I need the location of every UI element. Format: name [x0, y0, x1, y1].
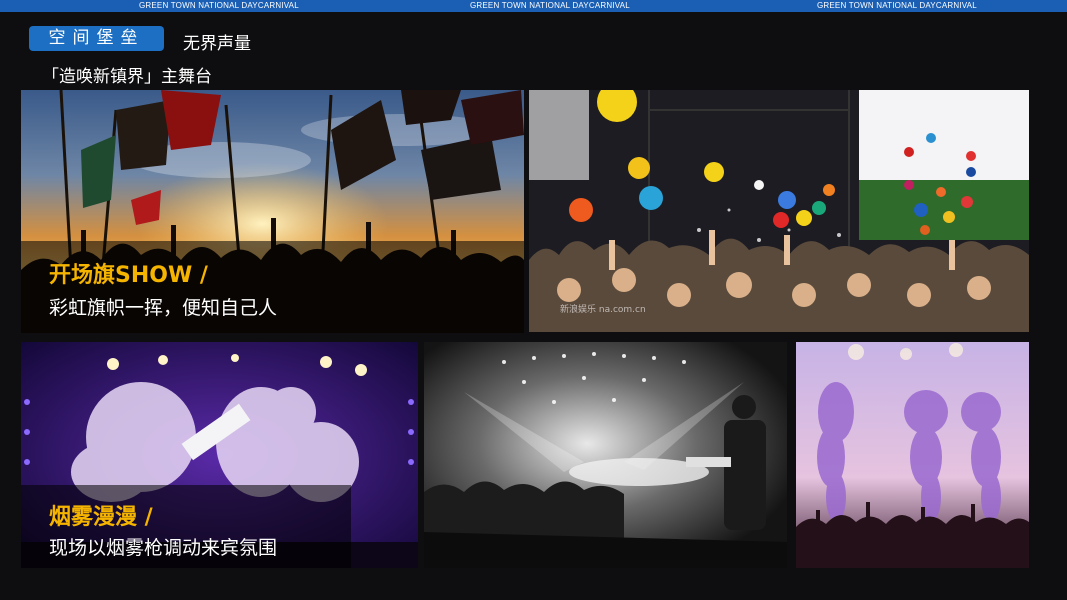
top-banner: GREEN TOWN NATIONAL DAYCARNIVAL GREEN TO…	[0, 0, 1067, 12]
section-subtitle: 无界声量	[183, 34, 251, 54]
banner-text: GREEN TOWN NATIONAL DAYCARNIVAL	[470, 1, 630, 10]
smoke-caption: 烟雾漫漫 / 现场以烟雾枪调动来宾氛围	[21, 485, 351, 568]
banner-text: GREEN TOWN NATIONAL DAYCARNIVAL	[139, 1, 299, 10]
section-pill: 空间堡垒	[29, 26, 164, 51]
photo-co2-jets	[796, 342, 1029, 568]
banner-text: GREEN TOWN NATIONAL DAYCARNIVAL	[817, 1, 977, 10]
caption-heading: 开场旗SHOW /	[49, 263, 208, 288]
photo-club-co2	[424, 342, 787, 568]
caption-body: 彩虹旗帜一挥，便知自己人	[49, 297, 278, 319]
caption-body: 现场以烟雾枪调动来宾氛围	[49, 537, 278, 559]
stage-title: 「造唤新镇界」主舞台	[42, 67, 212, 87]
photo-balloons: 新浪娱乐 na.com.cn	[529, 90, 1029, 332]
watermark-text: 新浪娱乐 na.com.cn	[560, 305, 646, 315]
caption-heading: 烟雾漫漫 /	[49, 505, 153, 530]
flag-show-caption: 开场旗SHOW / 彩虹旗帜一挥，便知自己人	[21, 241, 524, 333]
